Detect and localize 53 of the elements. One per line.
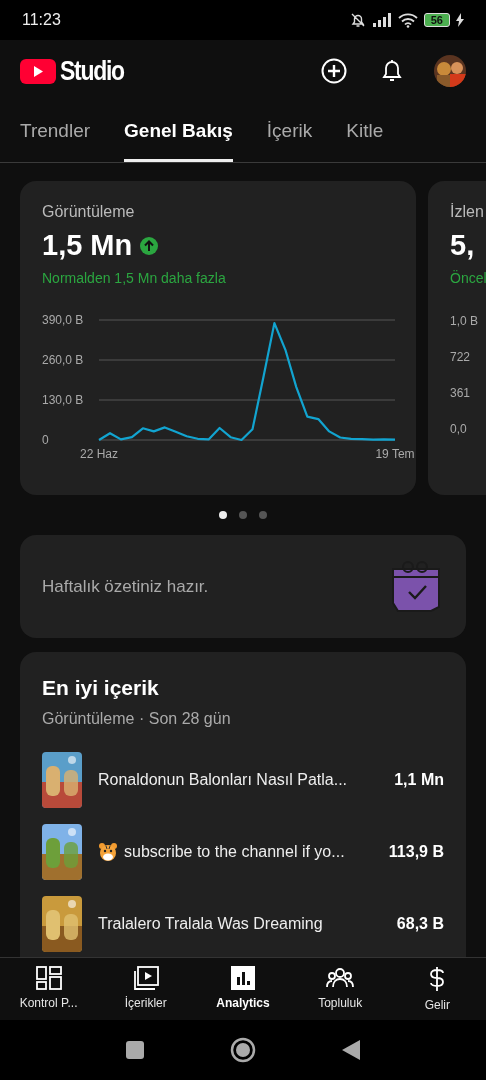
tab[interactable]: Trendler xyxy=(20,102,91,162)
nav-item[interactable]: İçerikler xyxy=(99,958,192,1020)
axis-label: 722 xyxy=(450,350,472,364)
section-title: En iyi içerik xyxy=(42,676,160,700)
tab[interactable]: Genel Bakış xyxy=(124,102,233,162)
nav-item[interactable]: Kontrol P... xyxy=(2,958,95,1020)
tab[interactable]: İçerik xyxy=(266,102,313,162)
weekly-summary-card[interactable]: Haftalık özetiniz hazır. xyxy=(20,535,466,638)
view-count: 1,1 Mn xyxy=(394,771,444,789)
view-count: 68,3 B xyxy=(396,915,444,933)
signal-icon xyxy=(371,13,392,27)
back-icon[interactable] xyxy=(342,1040,360,1060)
battery-level: 56 xyxy=(423,13,450,27)
section-subtitle: Görüntüleme · Son 28 gün xyxy=(42,710,232,728)
metric-value: 1,5 Mn xyxy=(42,229,133,262)
axis-label: 0 xyxy=(42,433,49,447)
video-title[interactable]: Tralalero Tralala Was Dreaming xyxy=(98,915,323,933)
axis-label: 22 Haz xyxy=(80,447,118,460)
tiger-icon xyxy=(98,842,118,862)
people-icon xyxy=(326,966,355,990)
metric-title: Görüntüleme xyxy=(42,203,136,221)
play-logo-icon xyxy=(20,58,56,84)
video-library-icon xyxy=(132,966,159,990)
axis-label: 390,0 B xyxy=(42,313,84,327)
axis-label: 0,0 xyxy=(450,422,468,436)
nav-item[interactable]: Topluluk xyxy=(294,958,387,1020)
video-title[interactable]: Ronaldonun Balonları Nasıl Patla... xyxy=(98,771,348,789)
axis-label: 361 xyxy=(450,386,472,400)
axis-label: 1,0 B xyxy=(450,314,480,328)
weekly-summary-text: Haftalık özetiniz hazır. xyxy=(42,576,209,597)
logo-text: Studio xyxy=(60,55,124,87)
video-title[interactable]: subscribe to the channel if yo... xyxy=(124,843,345,861)
nav-item[interactable]: Gelir xyxy=(391,958,484,1020)
axis-label: 260,0 B xyxy=(42,353,84,367)
charging-icon xyxy=(456,13,464,27)
metric-value: 5, xyxy=(450,229,475,262)
axis-label: 130,0 B xyxy=(42,393,84,407)
dashboard-icon xyxy=(35,966,62,990)
tab[interactable]: Kitle xyxy=(346,102,384,162)
view-count: 113,9 B xyxy=(388,843,444,861)
page-dot[interactable] xyxy=(259,511,267,519)
wifi-icon xyxy=(397,12,418,28)
bar-chart-icon xyxy=(230,966,255,990)
metric-note: Öncel xyxy=(450,270,486,286)
metric-note: Normalden 1,5 Mn daha fazla xyxy=(42,270,227,286)
axis-label: 19 Tem xyxy=(375,447,415,460)
nav-item[interactable]: Analytics xyxy=(196,958,289,1020)
page-dot[interactable] xyxy=(239,511,247,519)
page-dot[interactable] xyxy=(219,511,227,519)
home-icon[interactable] xyxy=(230,1037,256,1063)
metric-title: İzlen xyxy=(450,203,485,221)
status-time: 11:23 xyxy=(22,11,61,29)
bell-off-icon xyxy=(349,12,366,28)
